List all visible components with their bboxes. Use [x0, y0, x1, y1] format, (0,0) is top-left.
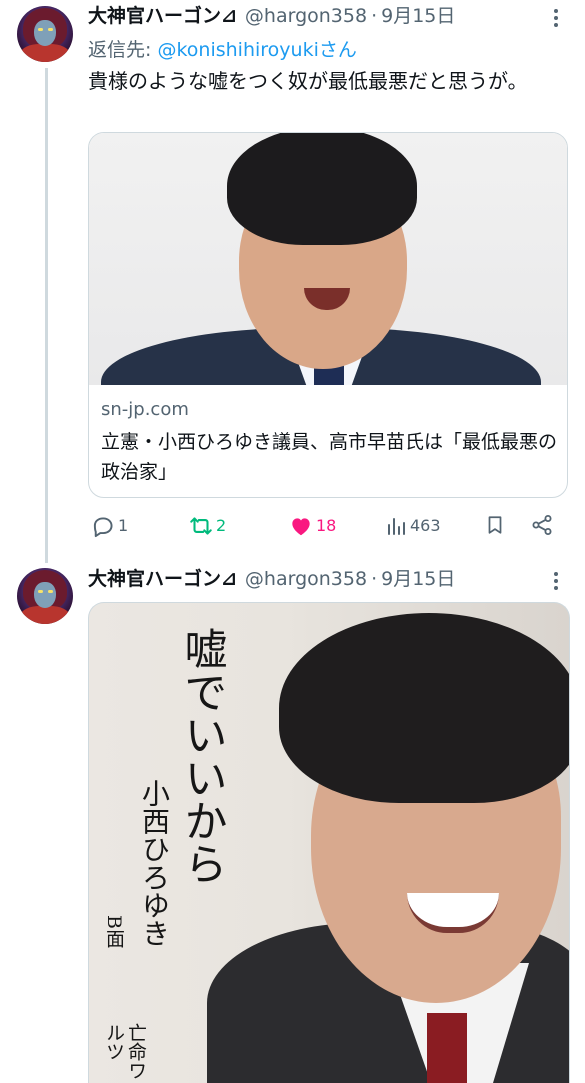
views-icon	[388, 518, 405, 535]
card-image[interactable]	[89, 133, 567, 385]
tweet-image[interactable]: 嘘でいいから 小西ひろゆき B面 亡命ワルツ	[88, 602, 570, 1083]
reply-to-line: 返信先: @konishihiroyukiさん	[88, 38, 357, 62]
bookmark-button[interactable]	[484, 512, 506, 538]
tweet-text: 貴様のような嘘をつく奴が最低最悪だと思うが。	[88, 69, 528, 93]
thread-connector-line	[45, 68, 48, 563]
link-card[interactable]: sn-jp.com 立憲・小西ひろゆき議員、高市早苗氏は「最低最悪の政治家」	[88, 132, 568, 498]
reply-mention-link[interactable]: @konishihiroyukiさん	[157, 39, 356, 61]
tweet-actions: 1 2 18 463	[88, 512, 558, 540]
more-icon[interactable]	[553, 9, 559, 30]
author-handle[interactable]: @hargon358	[245, 4, 367, 28]
card-title: 立憲・小西ひろゆき議員、高市早苗氏は「最低最悪の政治家」	[101, 431, 558, 483]
retweet-icon	[190, 517, 212, 535]
like-icon	[292, 518, 310, 536]
poster-title: 嘘でいいから	[177, 627, 227, 885]
retweet-button[interactable]: 2	[188, 512, 226, 540]
reply-count: 1	[118, 516, 129, 535]
avatar[interactable]	[17, 6, 73, 62]
separator-dot: ·	[371, 568, 378, 590]
view-count: 463	[410, 516, 441, 535]
like-button[interactable]: 18	[288, 512, 336, 540]
reply-icon	[93, 517, 113, 538]
tweet-date[interactable]: 9月15日	[381, 567, 455, 591]
poster-side-label: B面	[103, 915, 125, 948]
share-icon	[532, 515, 552, 535]
reply-label: 返信先:	[88, 39, 158, 61]
like-count: 18	[316, 516, 337, 535]
poster-song-title: 亡命ワルツ	[103, 1023, 147, 1080]
tweet-header: 大神官ハーゴン⊿ @hargon358 · 9月15日	[88, 4, 455, 28]
card-domain: sn-jp.com	[101, 399, 189, 420]
reply-button[interactable]: 1	[90, 512, 128, 540]
bookmark-icon	[488, 516, 502, 534]
author-name[interactable]: 大神官ハーゴン⊿	[88, 567, 237, 591]
share-button[interactable]	[530, 512, 554, 538]
poster-author: 小西ひろゆき	[138, 779, 171, 947]
tweet-date[interactable]: 9月15日	[381, 4, 455, 28]
author-name[interactable]: 大神官ハーゴン⊿	[88, 4, 237, 28]
author-handle[interactable]: @hargon358	[245, 567, 367, 591]
avatar[interactable]	[17, 568, 73, 624]
separator-dot: ·	[371, 5, 378, 27]
views-button[interactable]: 463	[384, 512, 441, 540]
tweet-header: 大神官ハーゴン⊿ @hargon358 · 9月15日	[88, 567, 455, 591]
more-icon[interactable]	[553, 572, 559, 593]
retweet-count: 2	[216, 516, 227, 535]
